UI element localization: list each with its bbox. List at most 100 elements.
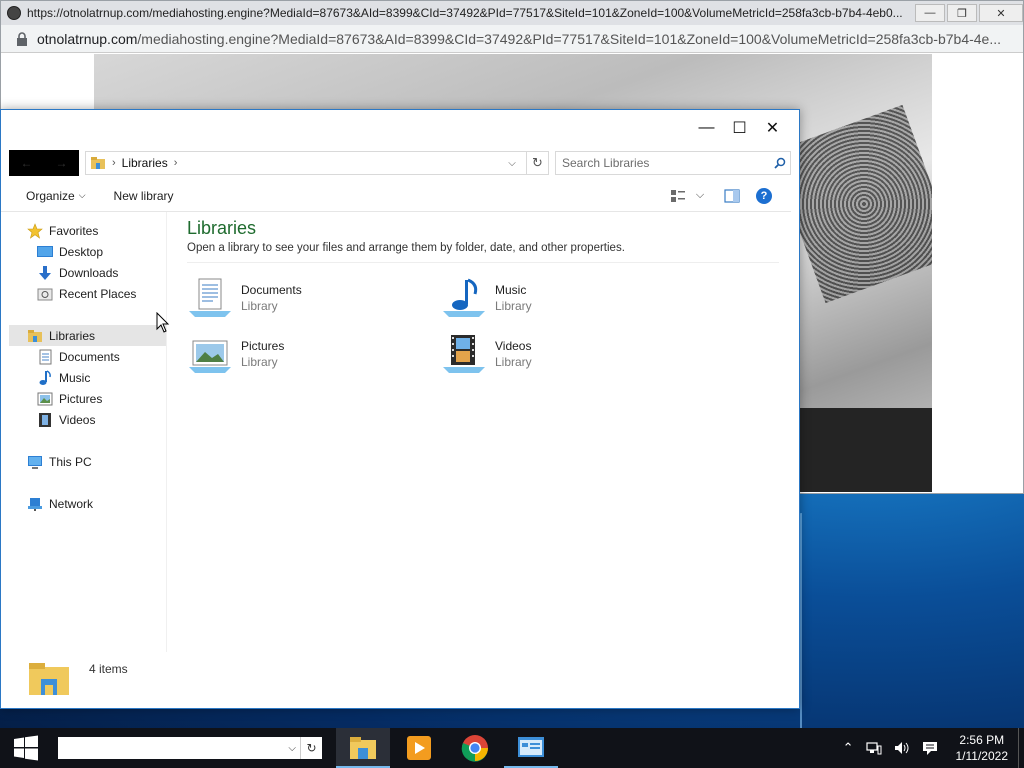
libraries-large-icon bbox=[29, 663, 69, 695]
search-icon[interactable] bbox=[770, 157, 790, 169]
nav-item-libraries[interactable]: Libraries bbox=[9, 325, 166, 346]
restore-button[interactable]: ❐ bbox=[947, 4, 977, 22]
preview-pane-icon[interactable] bbox=[721, 185, 743, 207]
refresh-button[interactable]: ↻ bbox=[526, 152, 548, 174]
nav-item-recent-places[interactable]: Recent Places bbox=[1, 283, 166, 304]
minimize-button[interactable]: — bbox=[915, 4, 945, 22]
start-button[interactable] bbox=[0, 728, 52, 768]
maximize-button[interactable]: ☐ bbox=[723, 113, 756, 143]
search-box[interactable] bbox=[555, 151, 791, 175]
nav-label: Music bbox=[59, 370, 91, 385]
breadcrumb-chevron-icon[interactable]: › bbox=[174, 157, 178, 169]
desktop-icon bbox=[37, 244, 53, 260]
library-name: Pictures bbox=[241, 339, 285, 353]
clock[interactable]: 2:56 PM 1/11/2022 bbox=[956, 732, 1009, 764]
nav-label: Documents bbox=[59, 349, 120, 364]
view-dropdown-chevron-icon[interactable]: ⌵ bbox=[689, 185, 711, 207]
new-library-button[interactable]: New library bbox=[114, 189, 174, 203]
wallpaper-light-beam bbox=[800, 476, 1024, 728]
browser-address-bar[interactable]: otnolatrnup.com/mediahosting.engine?Medi… bbox=[1, 25, 1023, 53]
action-center-icon[interactable] bbox=[922, 740, 938, 756]
nav-item-downloads[interactable]: Downloads bbox=[1, 262, 166, 283]
back-forward-buttons[interactable]: ← → bbox=[9, 150, 79, 176]
nav-label: Libraries bbox=[49, 328, 96, 343]
view-options-icon[interactable] bbox=[667, 185, 689, 207]
taskbar-file-explorer[interactable] bbox=[336, 728, 390, 768]
close-button[interactable]: ✕ bbox=[979, 4, 1023, 22]
browser-titlebar[interactable]: https://otnolatrnup.com/mediahosting.eng… bbox=[1, 1, 1023, 25]
taskbar-media-player[interactable] bbox=[392, 728, 446, 768]
breadcrumb-libraries[interactable]: Libraries bbox=[122, 156, 168, 170]
library-name: Documents bbox=[241, 283, 302, 297]
chevron-down-icon[interactable]: ⌵ bbox=[504, 158, 520, 169]
help-button[interactable]: ? bbox=[753, 185, 775, 207]
media-player-icon bbox=[407, 736, 431, 760]
nav-label: Recent Places bbox=[59, 286, 137, 301]
taskbar: ⌵ ↻ ⌃ 2:56 PM 1/11/2022 bbox=[0, 728, 1024, 768]
system-tray: ⌃ 2:56 PM 1/11/2022 bbox=[843, 732, 1018, 764]
minimize-button[interactable]: — bbox=[690, 113, 723, 143]
film-strip-icon bbox=[37, 412, 53, 428]
item-count: 4 items bbox=[89, 662, 128, 676]
volume-icon[interactable] bbox=[894, 741, 910, 755]
pictures-icon bbox=[37, 391, 53, 407]
library-item-documents[interactable]: Documents Library bbox=[187, 275, 441, 321]
back-arrow-icon[interactable]: ← bbox=[21, 156, 33, 170]
nav-label: This PC bbox=[49, 454, 92, 469]
nav-item-pictures[interactable]: Pictures bbox=[1, 388, 166, 409]
nav-label: Downloads bbox=[59, 265, 119, 280]
breadcrumb-separator-icon[interactable]: › bbox=[112, 157, 116, 169]
network-icon[interactable] bbox=[865, 741, 882, 755]
chevron-down-icon[interactable]: ⌵ bbox=[288, 743, 296, 754]
file-explorer-window[interactable]: — ☐ ✕ ← → › Libraries › ⌵ ↻ Search Libra… bbox=[0, 109, 800, 709]
windows-logo-icon bbox=[14, 735, 38, 761]
libraries-icon bbox=[27, 328, 43, 344]
status-bar: 4 items bbox=[1, 650, 799, 708]
star-icon bbox=[27, 222, 43, 239]
explorer-titlebar[interactable]: — ☐ ✕ bbox=[1, 110, 799, 146]
nav-item-this-pc[interactable]: This PC bbox=[1, 451, 166, 472]
chevron-up-icon[interactable]: ⌃ bbox=[843, 740, 854, 756]
navigation-pane: Favorites Desktop Downloads Recent Place… bbox=[1, 212, 166, 652]
show-desktop-button[interactable] bbox=[1018, 728, 1024, 768]
library-type: Library bbox=[495, 299, 532, 313]
forward-arrow-icon[interactable]: → bbox=[56, 156, 68, 170]
taskbar-control-panel[interactable] bbox=[504, 728, 558, 768]
nav-item-videos[interactable]: Videos bbox=[1, 409, 166, 430]
library-item-pictures[interactable]: Pictures Library bbox=[187, 331, 441, 377]
libraries-grid: Documents Library Music Library Pictures… bbox=[187, 275, 779, 377]
pictures-library-icon bbox=[189, 340, 231, 373]
nav-label: Pictures bbox=[59, 391, 103, 406]
nav-item-desktop[interactable]: Desktop bbox=[1, 241, 166, 262]
url-path: /mediahosting.engine?MediaId=87673&AId=8… bbox=[137, 30, 1002, 47]
chrome-icon bbox=[461, 735, 488, 762]
taskbar-chrome[interactable] bbox=[448, 728, 502, 768]
lock-icon bbox=[17, 31, 27, 46]
browser-url[interactable]: otnolatrnup.com/mediahosting.engine?Medi… bbox=[37, 31, 1001, 47]
download-arrow-icon bbox=[37, 265, 53, 281]
organize-label: Organize bbox=[26, 188, 75, 203]
library-item-music[interactable]: Music Library bbox=[441, 275, 695, 321]
nav-item-music[interactable]: Music bbox=[1, 367, 166, 388]
library-name: Videos bbox=[495, 339, 532, 353]
nav-item-favorites[interactable]: Favorites bbox=[1, 220, 166, 241]
network-icon bbox=[27, 496, 43, 512]
mouse-cursor-icon bbox=[156, 312, 170, 333]
search-input[interactable] bbox=[562, 156, 770, 170]
url-host: otnolatrnup.com bbox=[37, 30, 138, 47]
page-subtitle: Open a library to see your files and arr… bbox=[187, 242, 779, 263]
clock-date: 1/11/2022 bbox=[955, 749, 1009, 763]
control-panel-icon bbox=[518, 737, 544, 757]
organize-button[interactable]: Organize ⌵ bbox=[26, 189, 86, 203]
nav-label: Favorites bbox=[49, 223, 99, 238]
taskbar-address-input[interactable]: ⌵ bbox=[58, 737, 300, 759]
documents-icon bbox=[37, 349, 53, 365]
nav-item-network[interactable]: Network bbox=[1, 493, 166, 514]
close-button[interactable]: ✕ bbox=[756, 113, 789, 143]
taskbar-refresh-button[interactable]: ↻ bbox=[300, 737, 322, 759]
library-item-videos[interactable]: Videos Library bbox=[441, 331, 695, 377]
nav-label: Desktop bbox=[59, 244, 104, 259]
explorer-navbar: ← → › Libraries › ⌵ ↻ bbox=[1, 146, 799, 180]
address-box[interactable]: › Libraries › ⌵ ↻ bbox=[85, 151, 549, 175]
nav-item-documents[interactable]: Documents bbox=[1, 346, 166, 367]
